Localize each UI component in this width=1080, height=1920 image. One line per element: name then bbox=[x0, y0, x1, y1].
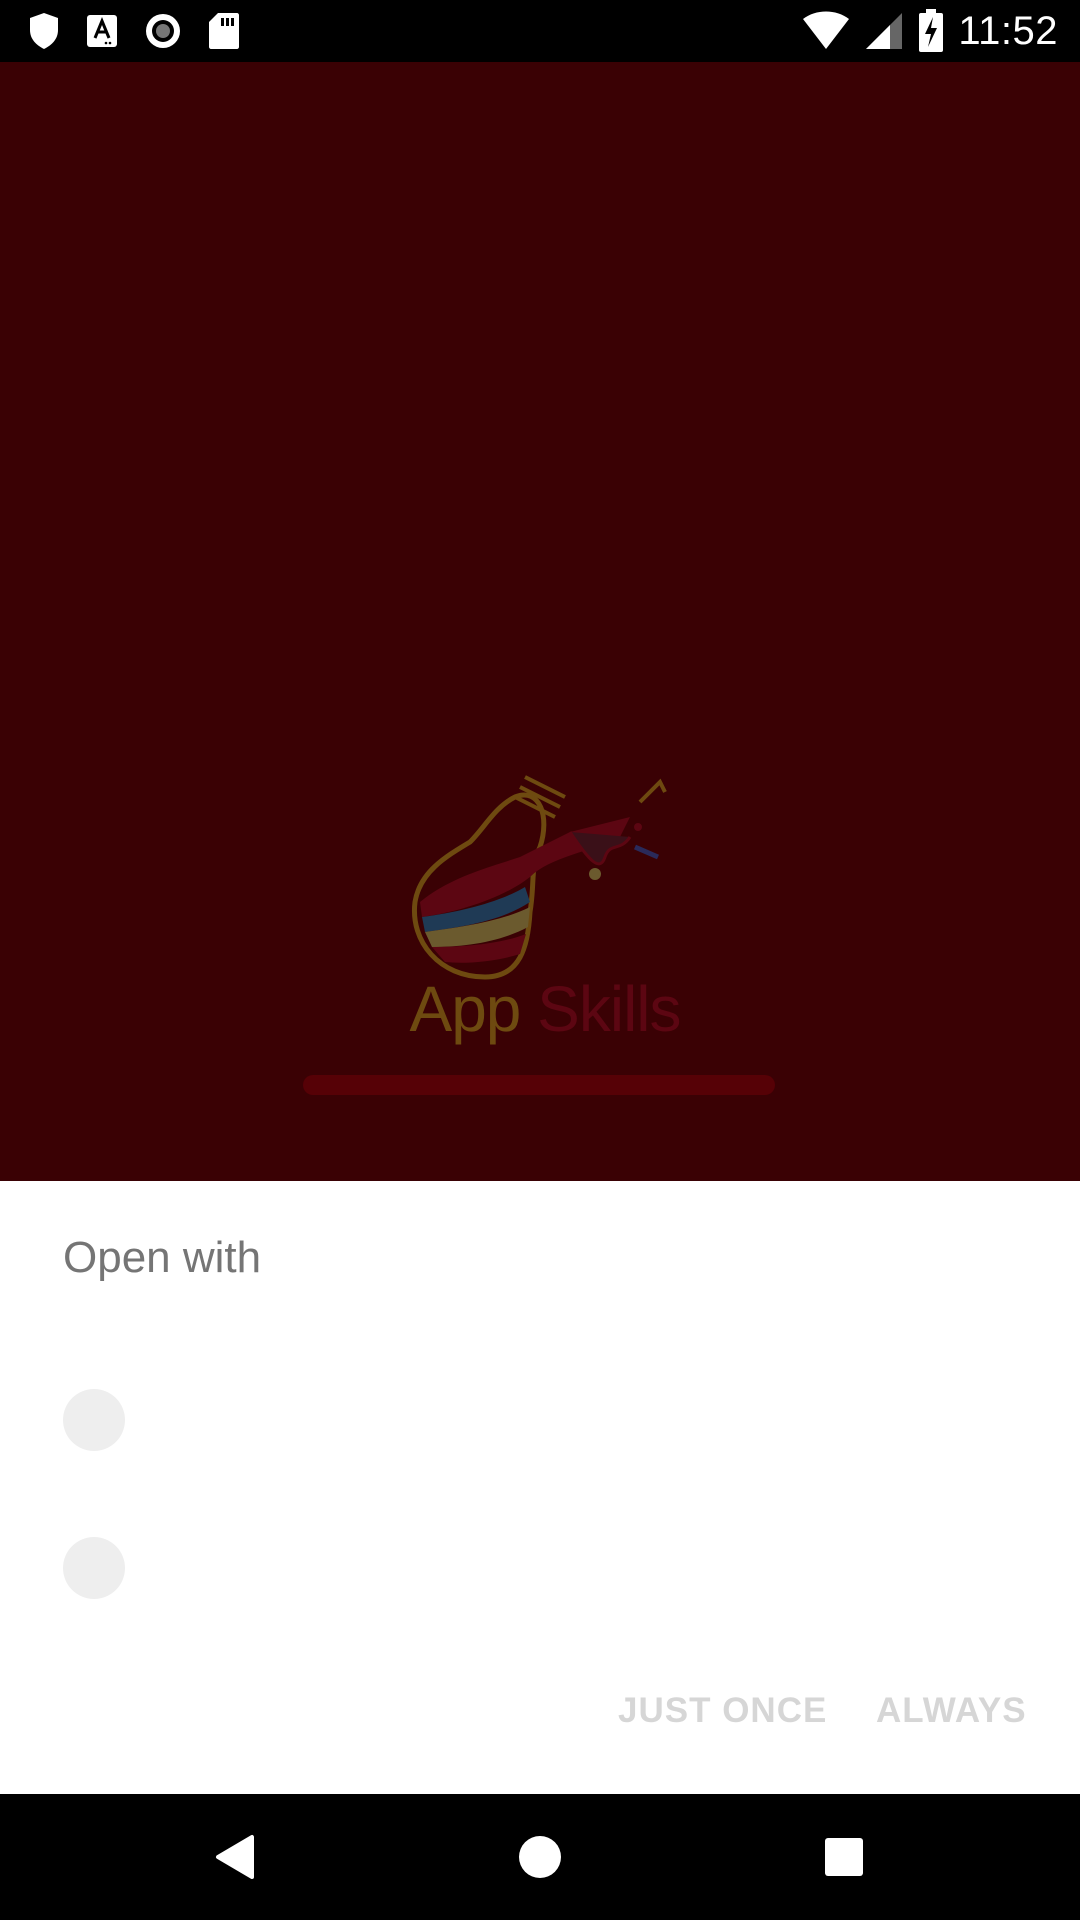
loading-progress-bar bbox=[303, 1075, 775, 1095]
status-right-icons: 11:52 bbox=[802, 6, 1058, 56]
recents-button[interactable] bbox=[781, 1794, 907, 1920]
always-button[interactable]: ALWAYS bbox=[876, 1691, 1027, 1731]
logo-wordmark: App Skills bbox=[390, 972, 700, 1046]
wifi-icon bbox=[802, 11, 850, 51]
app-option-1[interactable] bbox=[0, 1351, 1080, 1491]
shield-icon bbox=[28, 12, 60, 50]
app-logo: App Skills bbox=[390, 762, 700, 1112]
app-placeholder-icon bbox=[63, 1389, 125, 1451]
app-placeholder-icon bbox=[63, 1537, 125, 1599]
home-button[interactable] bbox=[477, 1794, 603, 1920]
bulb-splash-logo-icon bbox=[411, 775, 667, 980]
back-button[interactable] bbox=[172, 1794, 298, 1920]
app-option-2[interactable] bbox=[0, 1499, 1080, 1639]
home-icon bbox=[519, 1836, 561, 1878]
status-time: 11:52 bbox=[958, 8, 1058, 53]
font-a-icon bbox=[86, 14, 118, 48]
recents-icon bbox=[825, 1838, 863, 1876]
navigation-bar bbox=[0, 1794, 1080, 1920]
status-bar: 11:52 bbox=[0, 0, 1080, 62]
sd-card-icon bbox=[208, 12, 240, 50]
just-once-button[interactable]: JUST ONCE bbox=[618, 1691, 827, 1731]
status-left-icons bbox=[28, 10, 240, 52]
battery-charging-icon bbox=[918, 9, 944, 53]
record-icon bbox=[144, 12, 182, 50]
back-icon bbox=[216, 1835, 254, 1879]
signal-icon bbox=[864, 11, 904, 51]
app-splash-screen: App Skills bbox=[0, 62, 1080, 1181]
logo-word-skills: Skills bbox=[537, 973, 681, 1045]
dialog-title: Open with bbox=[63, 1233, 262, 1282]
logo-word-app: App bbox=[409, 973, 522, 1045]
open-with-dialog: Open with JUST ONCE ALWAYS bbox=[0, 1181, 1080, 1794]
